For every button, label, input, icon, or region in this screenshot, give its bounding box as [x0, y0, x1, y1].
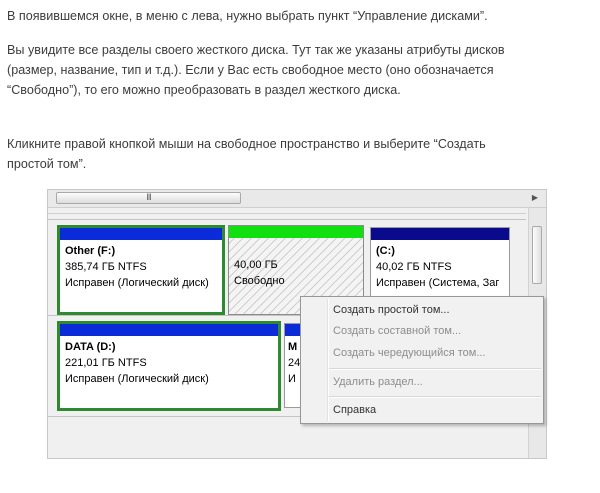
partition-color-bar: [371, 228, 509, 240]
partition-data-d[interactable]: DATA (D:) 221,01 ГБ NTFS Исправен (Логич…: [57, 321, 281, 411]
menu-item-create-spanned-volume[interactable]: Создать составной том...: [333, 323, 461, 339]
paragraph-line: Кликните правой кнопкой мыши на свободно…: [7, 137, 486, 151]
partition-status: Исправен (Логический диск): [65, 277, 209, 289]
partition-size: 40,00 ГБ: [234, 259, 278, 271]
partition-color-bar: [60, 324, 278, 336]
menu-item-create-simple-volume[interactable]: Создать простой том...: [333, 302, 450, 318]
paragraph-line: простой том”.: [7, 157, 87, 171]
scrollbar-thumb[interactable]: [532, 226, 542, 284]
scroll-right-arrow-icon[interactable]: ▶: [532, 193, 538, 202]
partition-other-f[interactable]: Other (F:) 385,74 ГБ NTFS Исправен (Логи…: [57, 225, 225, 315]
partition-size: 40,02 ГБ NTFS: [376, 261, 452, 273]
scrollbar-thumb[interactable]: III: [56, 192, 241, 204]
divider: [48, 219, 526, 220]
horizontal-scrollbar[interactable]: III ▶: [48, 190, 546, 208]
partition-name: Other (F:): [65, 245, 116, 257]
partition-size: 385,74 ГБ NTFS: [65, 261, 147, 273]
menu-item-help[interactable]: Справка: [333, 402, 376, 418]
menu-item-delete-partition[interactable]: Удалить раздел...: [333, 374, 423, 390]
context-menu: Создать простой том... Создать составной…: [300, 296, 544, 424]
partition-color-bar: [229, 226, 363, 238]
menu-separator: [329, 396, 541, 398]
partition-name: (C:): [376, 245, 395, 257]
paragraph-line: (размер, название, тип и т.д.). Если у В…: [7, 63, 494, 77]
paragraph-line: Вы увидите все разделы своего жесткого д…: [7, 43, 505, 57]
partition-status: Исправен (Логический диск): [65, 373, 209, 385]
partition-name: DATA (D:): [65, 341, 116, 353]
instruction-paragraph-2: Вы увидите все разделы своего жесткого д…: [7, 40, 505, 100]
menu-separator: [329, 368, 541, 370]
menu-icon-gutter: [327, 299, 329, 421]
partition-size: 221,01 ГБ NTFS: [65, 357, 147, 369]
partition-status: Свободно: [234, 275, 285, 287]
menu-item-create-striped-volume[interactable]: Создать чередующийся том...: [333, 345, 486, 361]
grip-icon: III: [146, 192, 151, 202]
paragraph-line: “Свободно”), то его можно преобразовать …: [7, 83, 401, 97]
instruction-paragraph-1: В появившемся окне, в меню с лева, нужно…: [7, 9, 488, 23]
partition-color-bar: [60, 228, 222, 240]
partition-status: Исправен (Система, Заг: [376, 277, 500, 289]
divider: [48, 213, 526, 214]
instruction-paragraph-3: Кликните правой кнопкой мыши на свободно…: [7, 134, 486, 174]
